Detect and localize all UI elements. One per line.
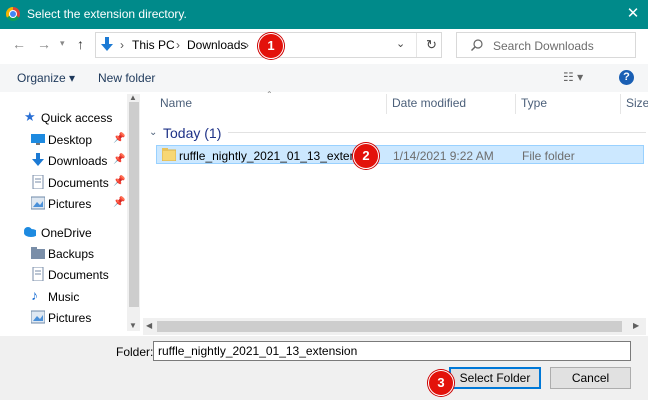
- document-icon: [32, 267, 44, 281]
- file-date: 1/14/2021 9:22 AM: [393, 149, 494, 163]
- desktop-icon: [31, 134, 45, 145]
- new-folder-button[interactable]: New folder: [98, 71, 155, 85]
- search-placeholder: Search Downloads: [493, 39, 594, 53]
- address-dropdown-chevron-icon[interactable]: ⌄: [396, 37, 405, 50]
- column-header-name[interactable]: Name: [160, 96, 192, 110]
- nav-item-documents[interactable]: Documents 📌: [0, 172, 130, 193]
- navigation-pane: ★ Quick access Desktop 📌 Downloads 📌 Doc…: [0, 92, 140, 336]
- nav-item-onedrive[interactable]: OneDrive: [0, 222, 130, 243]
- search-input[interactable]: Search Downloads: [456, 32, 636, 58]
- column-separator: [515, 94, 516, 114]
- breadcrumb-downloads[interactable]: Downloads: [187, 38, 246, 52]
- search-icon: [471, 39, 483, 51]
- pin-icon: 📌: [113, 154, 126, 165]
- window-title: Select the extension directory.: [27, 7, 187, 21]
- pin-icon: 📌: [113, 197, 126, 208]
- nav-item-backups[interactable]: Backups: [0, 243, 130, 264]
- file-row[interactable]: ruffle_nightly_2021_01_13_extension 1/14…: [156, 145, 644, 164]
- divider: [416, 33, 417, 57]
- view-options-icon[interactable]: ☷ ▾: [563, 70, 583, 84]
- nav-item-desktop[interactable]: Desktop 📌: [0, 129, 130, 150]
- download-location-icon: [101, 37, 113, 51]
- folder-label: Folder:: [116, 345, 154, 359]
- forward-arrow-icon[interactable]: →: [37, 36, 51, 52]
- folder-name-input[interactable]: ruffle_nightly_2021_01_13_extension: [153, 341, 631, 361]
- scroll-down-arrow-icon[interactable]: ▼: [129, 321, 137, 330]
- folder-icon: [162, 148, 176, 161]
- scroll-up-arrow-icon[interactable]: ▲: [129, 93, 137, 102]
- step-badge: 2: [353, 143, 379, 169]
- back-arrow-icon[interactable]: ←: [12, 36, 26, 52]
- title-bar: Select the extension directory. ✕: [0, 0, 648, 29]
- document-icon: [32, 175, 44, 189]
- scroll-left-arrow-icon[interactable]: ◀: [146, 321, 152, 330]
- music-icon: ♪: [31, 287, 38, 303]
- breadcrumb-separator: ›: [245, 38, 249, 52]
- up-arrow-icon[interactable]: ↑: [77, 36, 84, 52]
- star-icon: ★: [24, 109, 36, 124]
- file-name: ruffle_nightly_2021_01_13_extension: [179, 149, 379, 163]
- column-separator: [386, 94, 387, 114]
- nav-scrollbar-thumb[interactable]: [129, 102, 139, 307]
- step-badge: 3: [428, 370, 454, 396]
- folder-icon: [31, 247, 45, 259]
- breadcrumb-separator: ›: [176, 38, 180, 52]
- pin-icon: 📌: [113, 176, 126, 187]
- column-header-type[interactable]: Type: [521, 96, 547, 110]
- column-separator: [620, 94, 621, 114]
- nav-item-quick-access[interactable]: ★ Quick access: [0, 107, 130, 128]
- nav-item-pictures[interactable]: Pictures 📌: [0, 193, 130, 214]
- refresh-icon[interactable]: ↻: [426, 37, 437, 53]
- scroll-right-arrow-icon[interactable]: ▶: [633, 321, 639, 330]
- column-header-date-modified[interactable]: Date modified: [392, 96, 466, 110]
- command-bar: Organize ▾ New folder ☷ ▾ ?: [0, 64, 648, 92]
- help-icon[interactable]: ?: [619, 70, 634, 85]
- pin-icon: 📌: [113, 133, 126, 144]
- cloud-icon: [24, 227, 36, 237]
- breadcrumb-separator: ›: [120, 38, 124, 52]
- select-folder-button[interactable]: Select Folder: [449, 367, 541, 389]
- picture-icon: [31, 310, 45, 324]
- column-header-size[interactable]: Size: [626, 96, 648, 110]
- step-badge: 1: [258, 33, 284, 59]
- file-type: File folder: [522, 149, 575, 163]
- nav-item-music[interactable]: ♪ Music: [0, 286, 130, 307]
- nav-item-pictures-onedrive[interactable]: Pictures: [0, 307, 130, 328]
- recent-locations-chevron-icon[interactable]: ▾: [60, 38, 65, 49]
- group-collapse-chevron-icon[interactable]: ⌄: [149, 127, 157, 138]
- nav-item-documents-onedrive[interactable]: Documents: [0, 264, 130, 285]
- sort-chevron-icon: ⌃: [266, 90, 273, 99]
- cancel-button[interactable]: Cancel: [550, 367, 631, 389]
- group-divider: [228, 132, 646, 133]
- organize-button[interactable]: Organize ▾: [17, 71, 75, 85]
- horizontal-scrollbar-thumb[interactable]: [157, 321, 622, 332]
- breadcrumb-this-pc[interactable]: This PC: [132, 38, 175, 52]
- download-icon: [32, 153, 44, 166]
- chrome-icon: [6, 7, 20, 21]
- nav-item-downloads[interactable]: Downloads 📌: [0, 150, 130, 171]
- group-header[interactable]: Today (1): [163, 125, 221, 141]
- picture-icon: [31, 196, 45, 210]
- close-icon[interactable]: ✕: [620, 3, 646, 25]
